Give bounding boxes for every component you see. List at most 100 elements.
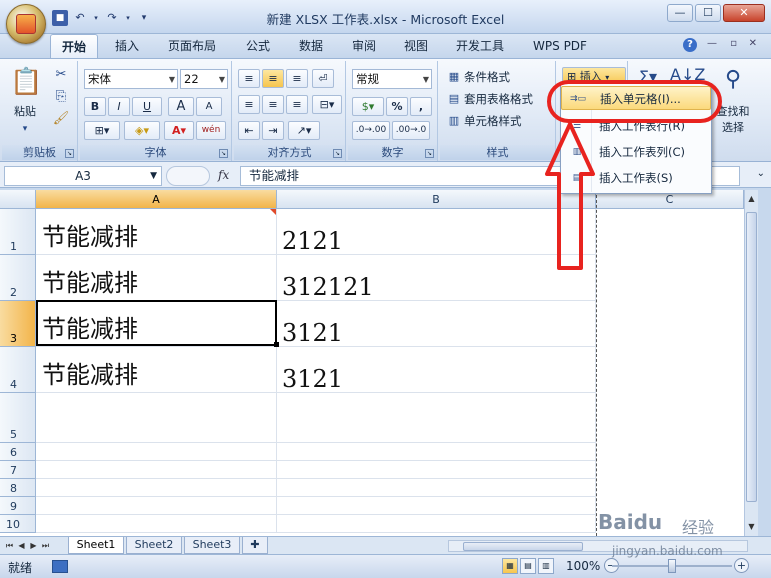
tab-developer[interactable]: 开发工具 <box>446 34 514 58</box>
cell-a3[interactable]: 节能减排 <box>36 301 277 347</box>
align-left-button[interactable]: ≡ <box>238 95 260 114</box>
scroll-up-icon[interactable]: ▲ <box>745 192 758 206</box>
row-header[interactable]: 6 <box>0 443 36 461</box>
formula-resize-handle[interactable] <box>166 166 210 186</box>
row-header[interactable]: 1 <box>0 209 36 255</box>
decrease-decimal-button[interactable]: .00→.0 <box>392 121 430 140</box>
align-right-button[interactable]: ≡ <box>286 95 308 114</box>
worksheet-grid[interactable]: A B C 1 2 3 4 5 6 7 8 9 10 节能减排 2121 节能减… <box>0 190 756 536</box>
sheet-tab-3[interactable]: Sheet3 <box>184 537 240 554</box>
currency-button[interactable]: $▾ <box>352 97 384 116</box>
copy-icon[interactable]: ⎘ <box>52 89 70 105</box>
cell-a9[interactable] <box>36 497 277 515</box>
scroll-down-icon[interactable]: ▼ <box>745 520 758 534</box>
zoom-in-icon[interactable]: + <box>734 558 749 573</box>
percent-button[interactable]: % <box>386 97 408 116</box>
shrink-font-button[interactable]: A <box>196 97 222 116</box>
cell-b1[interactable]: 2121 <box>277 209 596 255</box>
grow-font-button[interactable]: A <box>168 97 194 116</box>
fill-color-button[interactable]: ◈▾ <box>124 121 160 140</box>
name-box[interactable]: A3 ▼ <box>4 166 162 186</box>
sheet-tab-1[interactable]: Sheet1 <box>68 537 124 554</box>
align-bottom-button[interactable]: ≡ <box>286 69 308 88</box>
tab-page-layout[interactable]: 页面布局 <box>158 34 226 58</box>
conditional-format-button[interactable]: 条件格式 <box>464 69 510 85</box>
increase-decimal-button[interactable]: .0→.00 <box>352 121 390 140</box>
wrap-text-button[interactable]: ⏎ <box>312 69 334 88</box>
decrease-indent-button[interactable]: ⇤ <box>238 121 260 140</box>
normal-view-icon[interactable]: ▦ <box>502 558 518 574</box>
ribbon-restore-button[interactable]: ▫ <box>730 38 737 49</box>
cell-b9[interactable] <box>277 497 596 515</box>
column-header-a[interactable]: A <box>36 190 277 209</box>
cell-b5[interactable] <box>277 393 596 443</box>
clipboard-launcher-icon[interactable]: ↘ <box>65 149 74 158</box>
font-name-dropdown[interactable]: 宋体 ▼ <box>84 69 178 89</box>
sheet-tab-2[interactable]: Sheet2 <box>126 537 182 554</box>
font-size-dropdown[interactable]: 22 ▼ <box>180 69 228 89</box>
cell-a7[interactable] <box>36 461 277 479</box>
orientation-button[interactable]: ↗▾ <box>288 121 320 140</box>
minimize-button[interactable]: — <box>667 4 693 22</box>
next-sheet-icon[interactable]: ▶ <box>28 539 39 552</box>
sort-filter-icon[interactable]: A↓Z <box>670 67 705 83</box>
expand-formula-icon[interactable]: ⌄ <box>757 168 765 179</box>
fx-icon[interactable]: fx <box>218 168 229 182</box>
cell-a5[interactable] <box>36 393 277 443</box>
horizontal-scroll-thumb[interactable] <box>463 542 583 551</box>
tab-review[interactable]: 审阅 <box>340 34 388 58</box>
first-sheet-icon[interactable]: ⏮ <box>4 539 15 552</box>
prev-sheet-icon[interactable]: ◀ <box>16 539 27 552</box>
cell-a1[interactable]: 节能减排 <box>36 209 277 255</box>
tab-insert[interactable]: 插入 <box>103 34 151 58</box>
cell-a8[interactable] <box>36 479 277 497</box>
close-button[interactable]: ✕ <box>723 4 765 22</box>
number-launcher-icon[interactable]: ↘ <box>425 149 434 158</box>
merge-center-button[interactable]: ⊟▾ <box>312 95 342 114</box>
cell-styles-button[interactable]: 单元格样式 <box>464 113 522 129</box>
row-header[interactable]: 3 <box>0 301 36 347</box>
cell-b10[interactable] <box>277 515 596 533</box>
phonetic-button[interactable]: wén <box>196 121 226 140</box>
help-icon[interactable]: ? <box>683 38 697 52</box>
row-header[interactable]: 7 <box>0 461 36 479</box>
last-sheet-icon[interactable]: ⏭ <box>40 539 51 552</box>
cell-b6[interactable] <box>277 443 596 461</box>
office-button[interactable] <box>6 4 46 44</box>
cell-a6[interactable] <box>36 443 277 461</box>
cell-b4[interactable]: 3121 <box>277 347 596 393</box>
find-select-label-1[interactable]: 查找和 <box>708 105 758 118</box>
zoom-level[interactable]: 100% <box>566 559 600 573</box>
select-all-corner[interactable] <box>0 190 36 209</box>
page-layout-view-icon[interactable]: ▤ <box>520 558 536 574</box>
row-header[interactable]: 9 <box>0 497 36 515</box>
column-header-b[interactable]: B <box>277 190 596 209</box>
bold-button[interactable]: B <box>84 97 106 116</box>
paste-label[interactable]: 粘贴 <box>8 105 42 118</box>
cell-b3[interactable]: 3121 <box>277 301 596 347</box>
cut-icon[interactable]: ✂ <box>52 67 70 83</box>
align-center-button[interactable]: ≡ <box>262 95 284 114</box>
cell-b2[interactable]: 312121 <box>277 255 596 301</box>
menu-item-insert-row[interactable]: ☰ 插入工作表行(R) <box>561 114 711 138</box>
macro-record-icon[interactable] <box>52 560 68 573</box>
alignment-launcher-icon[interactable]: ↘ <box>333 149 342 158</box>
cell-b7[interactable] <box>277 461 596 479</box>
cell-a4[interactable]: 节能减排 <box>36 347 277 393</box>
find-select-label-2[interactable]: 选择 <box>708 121 758 134</box>
number-format-dropdown[interactable]: 常规 ▼ <box>352 69 432 89</box>
italic-button[interactable]: I <box>108 97 130 116</box>
maximize-button[interactable]: ☐ <box>695 4 721 22</box>
menu-item-insert-column[interactable]: ▥ 插入工作表列(C) <box>561 140 711 164</box>
align-top-button[interactable]: ≡ <box>238 69 260 88</box>
row-header[interactable]: 5 <box>0 393 36 443</box>
comma-button[interactable]: , <box>410 97 432 116</box>
tab-wps-pdf[interactable]: WPS PDF <box>524 34 596 58</box>
paste-icon[interactable]: 📋 <box>10 65 42 99</box>
menu-item-insert-cells[interactable]: ⇉▭ 插入单元格(I)... <box>561 86 711 110</box>
row-header[interactable]: 8 <box>0 479 36 497</box>
tab-view[interactable]: 视图 <box>392 34 440 58</box>
border-button[interactable]: ⊞▾ <box>84 121 120 140</box>
format-as-table-button[interactable]: 套用表格格式 <box>464 91 533 107</box>
cell-a2[interactable]: 节能减排 <box>36 255 277 301</box>
